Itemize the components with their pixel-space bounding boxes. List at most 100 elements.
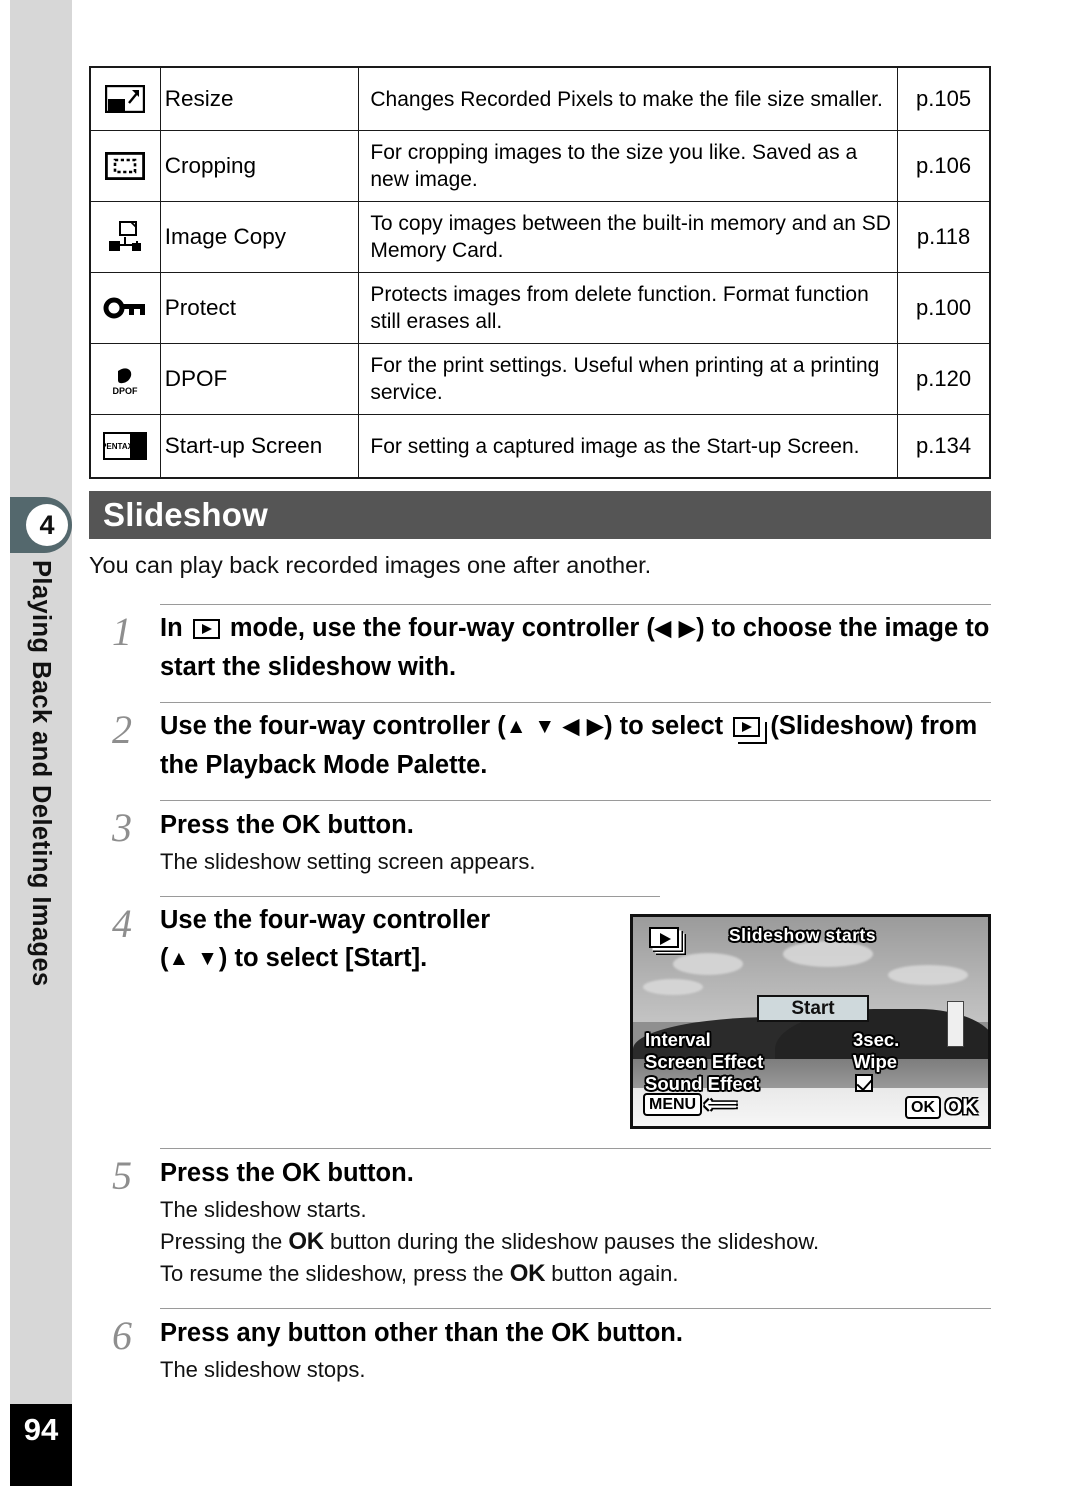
table-cell-page-ref: p.105	[897, 66, 991, 131]
feature-description: For the print settings. Useful when prin…	[370, 354, 880, 404]
chapter-title-text: Playing Back and Deleting Images	[27, 560, 55, 987]
feature-description: For setting a captured image as the Star…	[370, 434, 860, 458]
start-button[interactable]: Start	[757, 995, 869, 1022]
note-text-b: button again.	[551, 1261, 679, 1286]
step-text-part2: ) to select	[604, 712, 724, 740]
resize-icon	[105, 85, 146, 113]
page-reference: p.105	[916, 86, 972, 111]
step-divider	[160, 1148, 991, 1149]
feature-label: Resize	[164, 86, 234, 111]
step-note-line-1: The slideshow starts.	[160, 1197, 367, 1222]
step-text-part1: Press any button other than the	[160, 1319, 544, 1347]
step-body: Use the four-way controller (▲ ▼ ◀ ▶) to…	[160, 707, 991, 784]
table-cell-label: DPOF	[159, 343, 360, 415]
table-row: DPOF DPOF For the print settings. Useful…	[89, 343, 991, 415]
step-note-line-3: To resume the slideshow, press the OK bu…	[160, 1258, 991, 1290]
section-intro: You can play back recorded images one af…	[89, 552, 652, 578]
dpof-icon: DPOF	[113, 364, 139, 396]
start-up-screen-icon: PENTAX	[103, 432, 148, 460]
step-title: Press the OK button.	[160, 1153, 991, 1192]
table-cell-label: Cropping	[159, 130, 360, 202]
page-reference: p.120	[916, 366, 972, 391]
step-divider	[160, 702, 991, 703]
ok-button-label: OK	[509, 1260, 546, 1287]
table-cell-label: Protect	[159, 272, 360, 344]
step-3: 3 Press the OK button. The slideshow set…	[89, 800, 991, 880]
chapter-number-badge: 4	[26, 504, 68, 546]
table-cell-label: Start-up Screen	[159, 414, 360, 479]
step-number: 5	[112, 1153, 132, 1198]
step-divider	[160, 896, 660, 897]
ok-button-pill: OK	[905, 1095, 941, 1119]
page-reference: p.106	[916, 153, 972, 178]
feature-label: DPOF	[164, 366, 228, 391]
checkbox-checked-icon[interactable]	[855, 1074, 873, 1092]
table-cell-description: For setting a captured image as the Star…	[358, 414, 899, 479]
playback-mode-icon	[192, 619, 220, 639]
menu-button[interactable]: MENU ⟸	[643, 1091, 737, 1118]
table-cell-description: Changes Recorded Pixels to make the file…	[358, 66, 899, 131]
setting-row-interval[interactable]: Interval 3sec.	[645, 1029, 915, 1051]
image-copy-icon	[109, 221, 142, 251]
step-title: Use the four-way controller (▲ ▼) to sele…	[160, 901, 680, 978]
step-text-part1: Press the	[160, 811, 275, 839]
ok-button[interactable]: OK OK	[905, 1094, 978, 1120]
ok-button-label: OK	[288, 1228, 324, 1255]
step-number: 3	[112, 805, 132, 850]
step-text-part1: In	[160, 614, 183, 642]
lcd-screenshot: Slideshow starts Start Interval 3sec. Sc…	[630, 914, 991, 1129]
setting-row-screen-effect[interactable]: Screen Effect Wipe	[645, 1051, 915, 1073]
lcd-title: Slideshow starts	[729, 925, 877, 945]
page-reference: p.100	[916, 295, 972, 320]
table-cell-icon	[89, 66, 161, 131]
page-reference: p.134	[916, 433, 972, 458]
step-5: 5 Press the OK button. The slideshow sta…	[89, 1148, 991, 1298]
step-text-part2: mode, use the four-way controller (	[229, 614, 655, 642]
feature-description: For cropping images to the size you like…	[370, 141, 858, 191]
table-cell-icon	[89, 201, 161, 273]
step-title: Press the OK button.	[160, 805, 991, 844]
step-title: In mode, use the four-way controller (◀ …	[160, 609, 991, 686]
feature-label: Start-up Screen	[164, 433, 323, 458]
svg-text:PENTAX: PENTAX	[103, 442, 134, 451]
features-table: Resize Changes Recorded Pixels to make t…	[89, 66, 991, 479]
setting-label: Interval	[645, 1029, 711, 1050]
up-down-arrows-icon: ▲ ▼	[168, 947, 219, 970]
feature-label: Cropping	[164, 153, 257, 178]
step-text-part2: button.	[327, 1159, 414, 1187]
cloud-shape	[643, 979, 703, 995]
table-row: Resize Changes Recorded Pixels to make t…	[89, 66, 991, 131]
table-cell-description: Protects images from delete function. Fo…	[358, 272, 899, 344]
svg-text:DPOF: DPOF	[113, 386, 139, 396]
table-cell-label: Image Copy	[159, 201, 360, 273]
step-body: Press the OK button. The slideshow setti…	[160, 805, 991, 878]
chapter-title: Playing Back and Deleting Images	[10, 560, 72, 1100]
table-cell-page-ref: p.118	[897, 201, 991, 273]
table-cell-description: To copy images between the built-in memo…	[358, 201, 899, 273]
protect-key-icon	[103, 297, 146, 319]
feature-description: Protects images from delete function. Fo…	[370, 283, 869, 333]
slideshow-mode-icon	[733, 717, 768, 744]
table-cell-page-ref: p.120	[897, 343, 991, 415]
step-1: 1 In mode, use the four-way controller (…	[89, 604, 991, 686]
step-6: 6 Press any button other than the OK but…	[89, 1308, 991, 1398]
ok-button-label: OK	[945, 1094, 978, 1119]
four-way-arrows-icon: ▲ ▼ ◀ ▶	[505, 715, 605, 738]
page-number: 94	[10, 1404, 72, 1486]
step-body: Press the OK button. The slideshow start…	[160, 1153, 991, 1290]
step-2: 2 Use the four-way controller (▲ ▼ ◀ ▶) …	[89, 702, 991, 786]
note-text-a: To resume the slideshow, press the	[160, 1261, 504, 1286]
table-row: Image Copy To copy images between the bu…	[89, 201, 991, 273]
step-divider	[160, 1308, 991, 1309]
step-body: Press any button other than the OK butto…	[160, 1313, 991, 1386]
step-text-part1: Use the four-way controller	[160, 906, 491, 934]
playback-stack-icon	[649, 927, 679, 948]
step-text-part1: Use the four-way controller (	[160, 712, 506, 740]
step-title: Use the four-way controller (▲ ▼ ◀ ▶) to…	[160, 707, 991, 784]
setting-label: Screen Effect	[645, 1051, 764, 1072]
table-cell-icon	[89, 130, 161, 202]
step-note: The slideshow setting screen appears.	[160, 849, 536, 874]
feature-description: To copy images between the built-in memo…	[370, 212, 891, 262]
table-cell-icon: PENTAX	[89, 414, 161, 479]
step-number: 2	[112, 707, 132, 752]
